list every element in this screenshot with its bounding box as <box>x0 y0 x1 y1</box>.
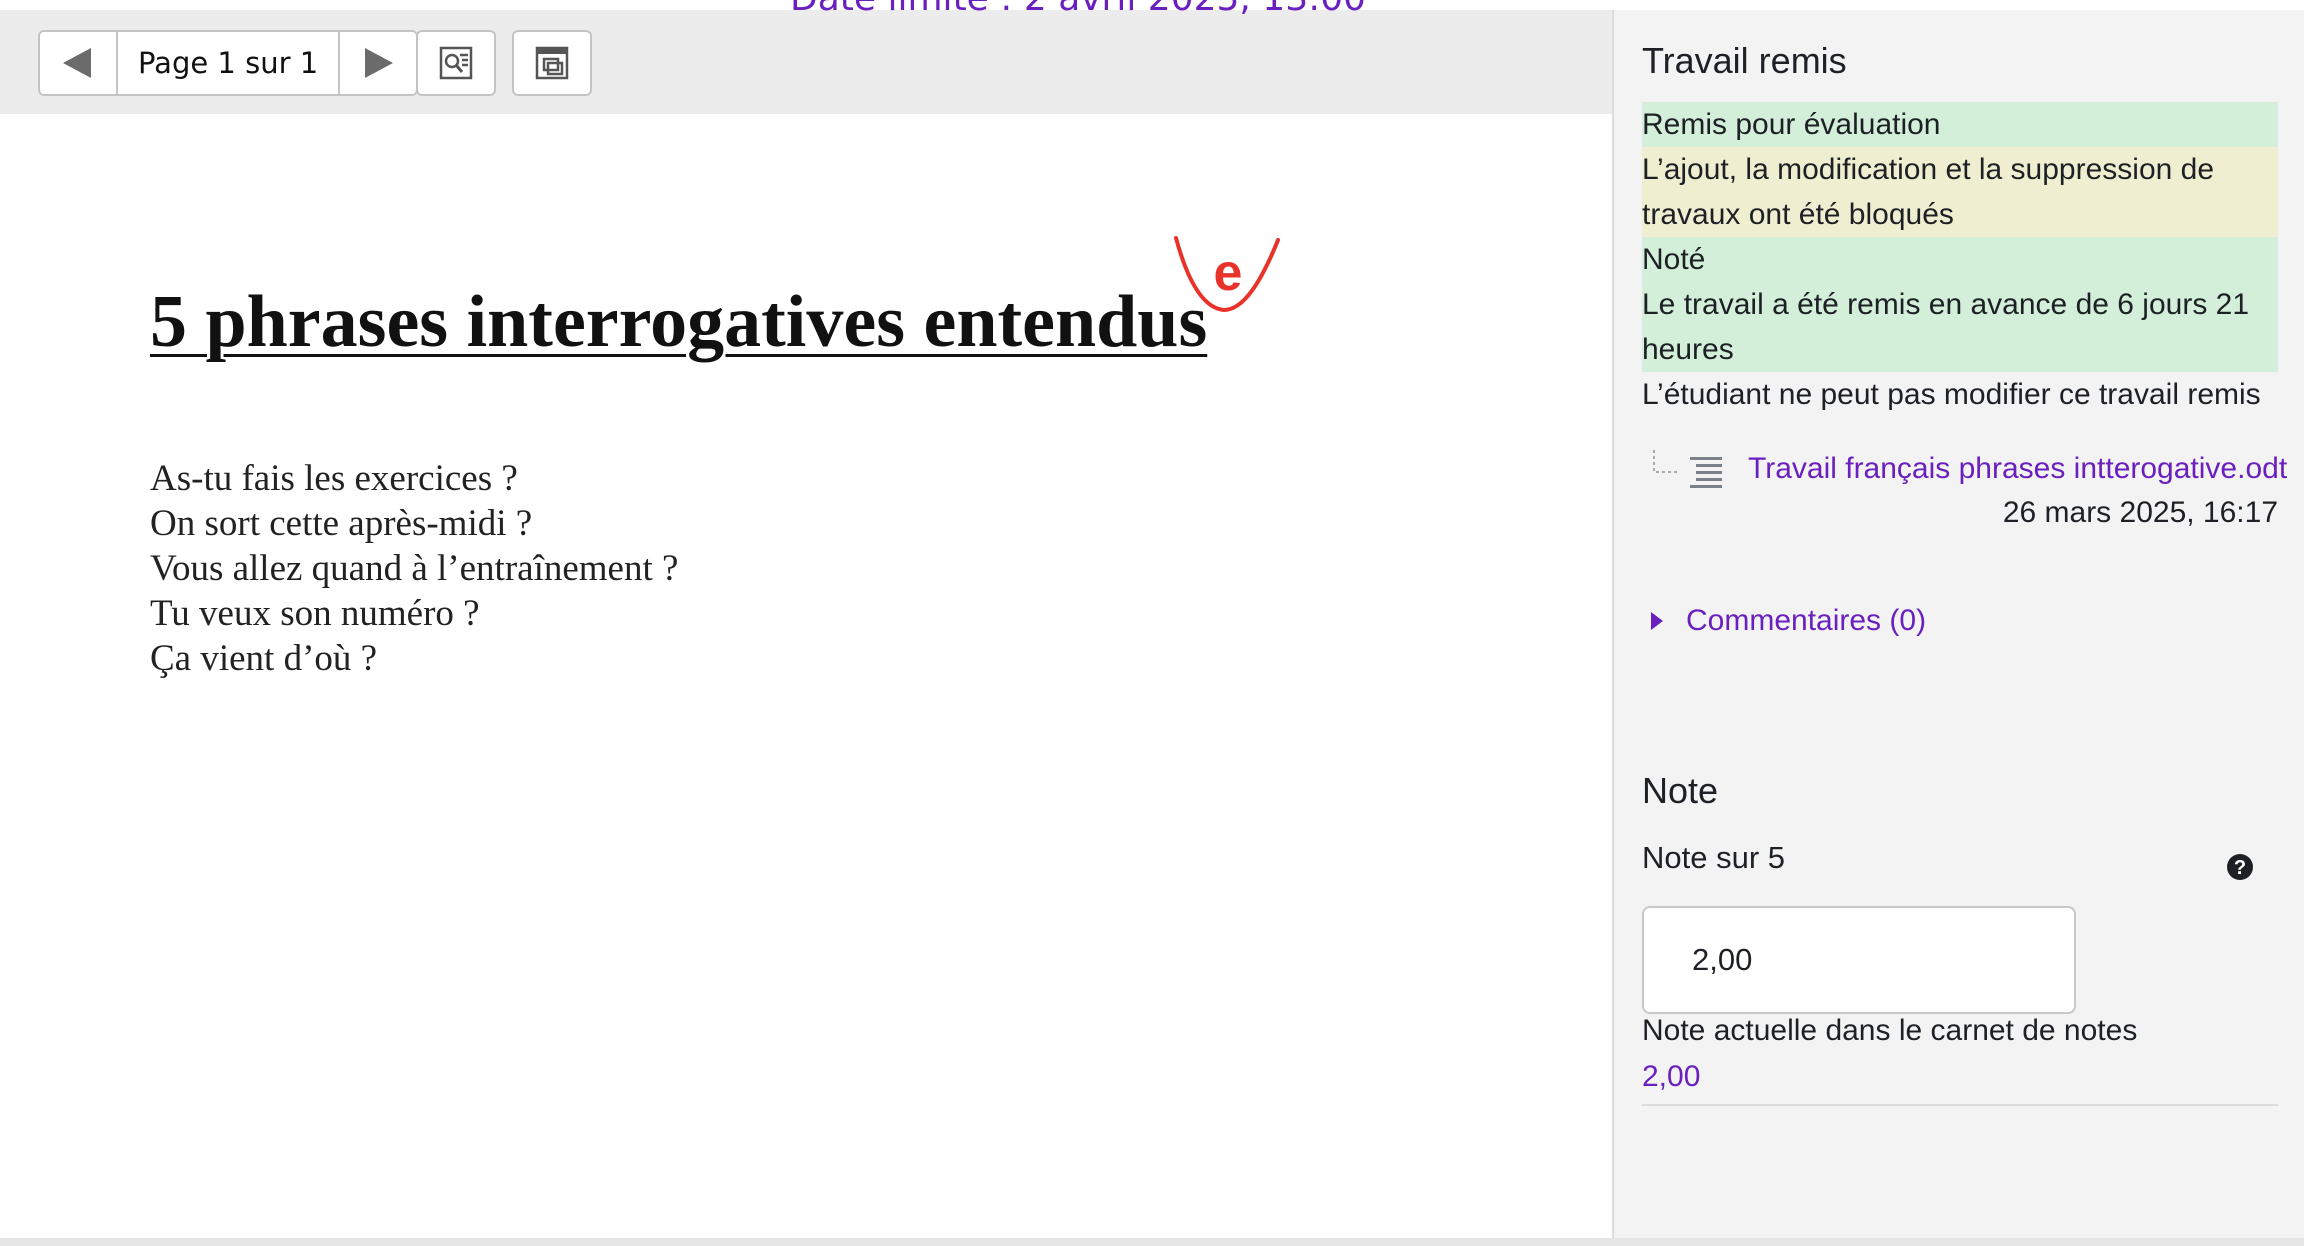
viewer-toolbar: Page 1 sur 1 <box>0 10 1612 116</box>
assignment-grader: Date limite : 2 avril 2025, 13:00 Page 1… <box>0 0 2304 1246</box>
arrow-left-icon <box>63 48 91 78</box>
text-document-icon <box>1690 457 1722 488</box>
document-viewer: Page 1 sur 1 5 phrases interrogatives en… <box>0 10 1614 1238</box>
annotation-letter: e <box>1214 244 1243 302</box>
window-restore-icon <box>535 46 569 80</box>
document-body: As-tu fais les exercices ? On sort cette… <box>150 456 678 681</box>
correction-annotation[interactable]: e <box>1166 230 1286 340</box>
page-navigation: Page 1 sur 1 <box>38 30 419 96</box>
search-document-icon <box>439 46 473 80</box>
document-line: Ça vient d’où ? <box>150 638 378 679</box>
svg-text:?: ? <box>2234 857 2246 879</box>
comments-toggle[interactable]: Commentaires (0) <box>1650 604 1926 638</box>
comments-label: Commentaires (0) <box>1686 604 1927 637</box>
current-grade-link[interactable]: 2,00 <box>1642 1060 1700 1094</box>
help-icon[interactable]: ? <box>2226 853 2254 881</box>
document-title: 5 phrases interrogatives entendus <box>150 281 1208 363</box>
page-indicator: Page 1 sur 1 <box>116 32 341 94</box>
grading-panel: Travail remis Remis pour évaluation L’aj… <box>1614 10 2304 1238</box>
grade-section-title: Note <box>1642 770 1719 811</box>
document-line: As-tu fais les exercices ? <box>150 458 518 499</box>
submission-title: Travail remis <box>1642 40 1847 81</box>
caret-right-icon <box>1651 612 1663 630</box>
document-page[interactable]: 5 phrases interrogatives entendus e As-t… <box>0 114 1612 1238</box>
document-line: Tu veux son numéro ? <box>150 593 480 634</box>
due-date-text: Date limite : 2 avril 2025, 13:00 <box>790 0 1366 19</box>
status-cannot-edit: L’étudiant ne peut pas modifier ce trava… <box>1642 378 2261 411</box>
document-line: On sort cette après-midi ? <box>150 503 533 544</box>
status-early: Le travail a été remis en avance de 6 jo… <box>1642 282 2278 372</box>
document-line: Vous allez quand à l’entraînement ? <box>150 548 679 589</box>
next-page-button[interactable] <box>340 32 416 94</box>
divider <box>1642 1104 2278 1106</box>
tree-connector-icon <box>1653 450 1678 473</box>
current-grade-label: Note actuelle dans le carnet de notes <box>1642 1014 2138 1047</box>
status-locked: L’ajout, la modification et la suppressi… <box>1642 147 2278 237</box>
grade-input[interactable] <box>1642 906 2076 1014</box>
bottom-border <box>0 1238 2304 1246</box>
previous-page-button[interactable] <box>40 32 116 94</box>
status-graded: Noté <box>1642 237 2278 282</box>
expand-view-button[interactable] <box>512 30 592 96</box>
search-comments-button[interactable] <box>416 30 496 96</box>
file-date: 26 mars 2025, 16:17 <box>2002 496 2278 529</box>
arrow-right-icon <box>365 48 394 78</box>
status-submitted: Remis pour évaluation <box>1642 102 2278 147</box>
grade-label: Note sur 5 <box>1642 840 1786 875</box>
file-link[interactable]: Travail français phrases intterogative.o… <box>1748 452 2287 486</box>
submitted-file: Travail français phrases intterogative.o… <box>1650 448 2287 496</box>
